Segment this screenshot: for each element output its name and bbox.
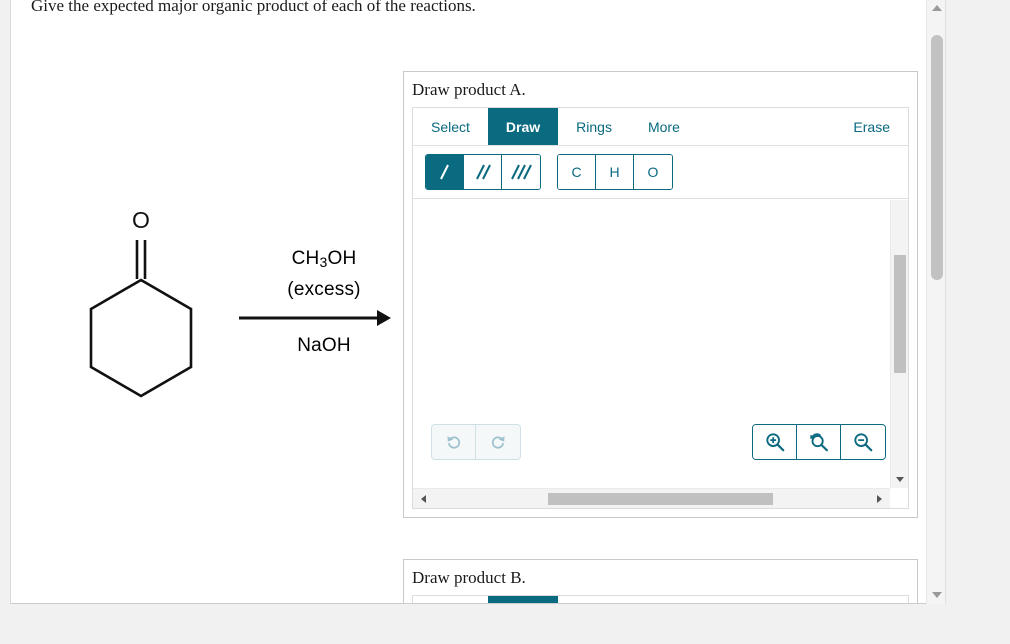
double-bond-icon[interactable] [464,155,502,189]
single-bond-glyph [439,164,449,180]
single-bond-icon[interactable] [426,155,464,189]
zoom-out-glyph [854,433,873,452]
reaction-scheme: O CH3OH (excess) NaOH [71,195,401,400]
atom-tool-group: C H O [557,154,673,190]
erase-button[interactable]: Erase [843,108,908,145]
undo-icon[interactable] [432,425,476,459]
canvas-scroll-right-arrow-icon[interactable] [877,495,882,503]
atom-button-h[interactable]: H [596,155,634,189]
zoom-in-glyph [765,433,784,452]
page-vertical-scrollbar[interactable] [926,0,946,604]
tab-more[interactable]: More [630,108,698,145]
zoom-reset-glyph [809,433,828,452]
tab-rings[interactable]: Rings [558,108,630,145]
reagent-below-arrow: NaOH [297,335,351,356]
editor-toolrow-a: C H O [413,146,908,199]
erase-button-b[interactable]: Erase [843,596,908,603]
reagent-methanol-text: CH3OH [291,248,357,270]
undo-glyph [447,436,460,449]
reagent-excess-text: (excess) [287,279,361,300]
canvas-horizontal-scrollbar-thumb[interactable] [548,493,773,505]
tab-select[interactable]: Select [413,108,488,145]
canvas-scroll-left-arrow-icon[interactable] [421,495,426,503]
panel-a-title: Draw product A. [412,80,526,99]
oxygen-atom-label: O [132,207,150,233]
zoom-in-icon[interactable] [753,425,797,459]
tabbar-spacer [698,108,844,145]
tab-draw[interactable]: Draw [487,108,559,145]
zoom-control-group [752,424,886,460]
content-sheet: Give the expected major organic product … [10,0,935,604]
tab-more-b[interactable]: More [630,596,698,603]
zoom-reset-icon[interactable] [797,425,841,459]
triple-bond-icon[interactable] [502,155,540,189]
canvas-vertical-scrollbar-thumb[interactable] [894,255,906,373]
cyclohexane-ring [89,278,193,398]
tabbar-spacer-b [698,596,844,603]
bond-tool-group [425,154,541,190]
atom-button-c[interactable]: C [558,155,596,189]
editor-tabbar-a: Select Draw Rings More Erase [413,108,908,146]
page-title: Give the expected major organic product … [31,0,476,15]
page-scroll-down-arrow-icon[interactable] [932,592,942,598]
draw-product-b-panel: Draw product B. Select Draw Rings More E… [403,559,918,603]
atom-button-o[interactable]: O [634,155,672,189]
canvas-horizontal-scrollbar[interactable] [413,488,890,508]
panel-b-title: Draw product B. [412,568,526,587]
triple-bond-glyph [511,164,532,180]
page-scroll-up-arrow-icon[interactable] [932,5,942,11]
redo-glyph [491,436,505,449]
editor-tabbar-b: Select Draw Rings More Erase [413,596,908,603]
page-vertical-scrollbar-thumb[interactable] [931,35,943,280]
canvas-vertical-scrollbar[interactable] [890,200,908,488]
draw-product-a-panel: Draw product A. Select Draw Rings More E… [403,71,918,518]
undo-redo-group [431,424,521,460]
redo-icon[interactable] [476,425,520,459]
double-bond-glyph [475,164,491,180]
page-root: Give the expected major organic product … [0,0,1010,644]
tab-rings-b[interactable]: Rings [558,596,630,603]
drawing-canvas-area [413,200,908,508]
canvas-scroll-down-arrow-icon[interactable] [896,477,904,482]
molecule-editor-a: Select Draw Rings More Erase C H O [412,107,909,509]
molecule-editor-b: Select Draw Rings More Erase [412,595,909,603]
tab-draw-b[interactable]: Draw [487,596,559,603]
reaction-arrow [239,310,391,326]
zoom-out-icon[interactable] [841,425,885,459]
reagent-above-arrow: CH3OH (excess) [239,245,409,303]
tab-select-b[interactable]: Select [413,596,488,603]
